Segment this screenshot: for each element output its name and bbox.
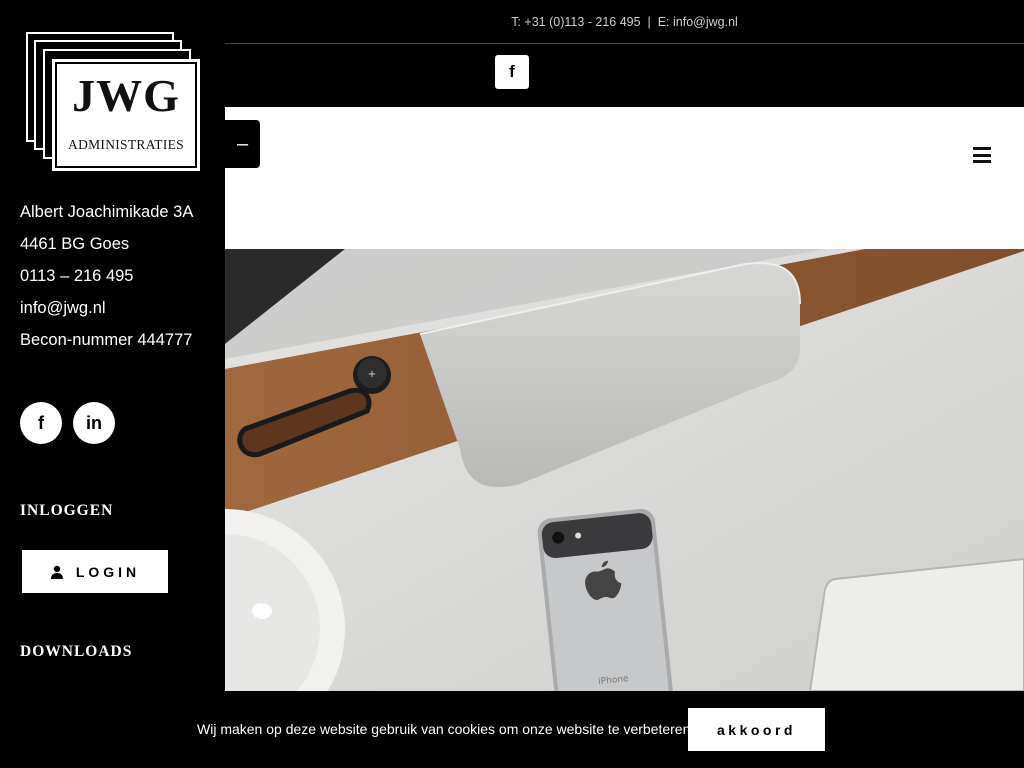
page: JWG ADMINISTRATIES Albert Joachimikade 3… [0, 0, 1024, 768]
facebook-icon[interactable]: f [495, 55, 529, 89]
cookie-accept-button[interactable]: akkoord [688, 708, 825, 751]
address-line: Albert Joachimikade 3A [20, 203, 194, 221]
hamburger-menu-icon[interactable] [973, 147, 991, 163]
login-button[interactable]: LOGIN [22, 550, 168, 593]
user-icon [50, 565, 63, 579]
downloads-heading: DOWNLOADS [20, 643, 133, 660]
top-info-bar: T: +31 (0)113 - 216 495 | E: info@jwg.nl [225, 0, 1024, 44]
logo-mark: JWG [72, 70, 180, 121]
email-line[interactable]: info@jwg.nl [20, 292, 193, 324]
login-heading: INLOGGEN [20, 502, 114, 519]
cookie-message: Wij maken op deze website gebruik van co… [197, 721, 695, 737]
contact-info: Albert Joachimikade 3A 4461 BG Goes 0113… [20, 196, 193, 356]
top-contact-text: T: +31 (0)113 - 216 495 | E: info@jwg.nl [511, 14, 738, 29]
becon-line: Becon-nummer 444777 [20, 331, 193, 349]
cookie-bar: Wij maken op deze website gebruik van co… [0, 691, 1024, 768]
logo[interactable]: JWG ADMINISTRATIES [26, 32, 200, 172]
sidebar-collapse-button[interactable]: – [225, 120, 260, 168]
login-button-label: LOGIN [75, 563, 141, 580]
logo-subtitle: ADMINISTRATIES [68, 137, 184, 152]
hero-illustration: + iPhone [225, 249, 1024, 691]
sidebar-social: f in [20, 402, 115, 444]
facebook-icon[interactable]: f [20, 402, 62, 444]
hero-image: + iPhone [225, 249, 1024, 691]
sidebar: JWG ADMINISTRATIES Albert Joachimikade 3… [0, 0, 225, 768]
header-bar [225, 107, 1024, 249]
svg-text:+: + [368, 369, 376, 380]
logo-card: JWG ADMINISTRATIES [52, 59, 200, 171]
phone-line[interactable]: 0113 – 216 495 [20, 260, 193, 292]
linkedin-icon[interactable]: in [73, 402, 115, 444]
postal-line: 4461 BG Goes [20, 235, 130, 253]
